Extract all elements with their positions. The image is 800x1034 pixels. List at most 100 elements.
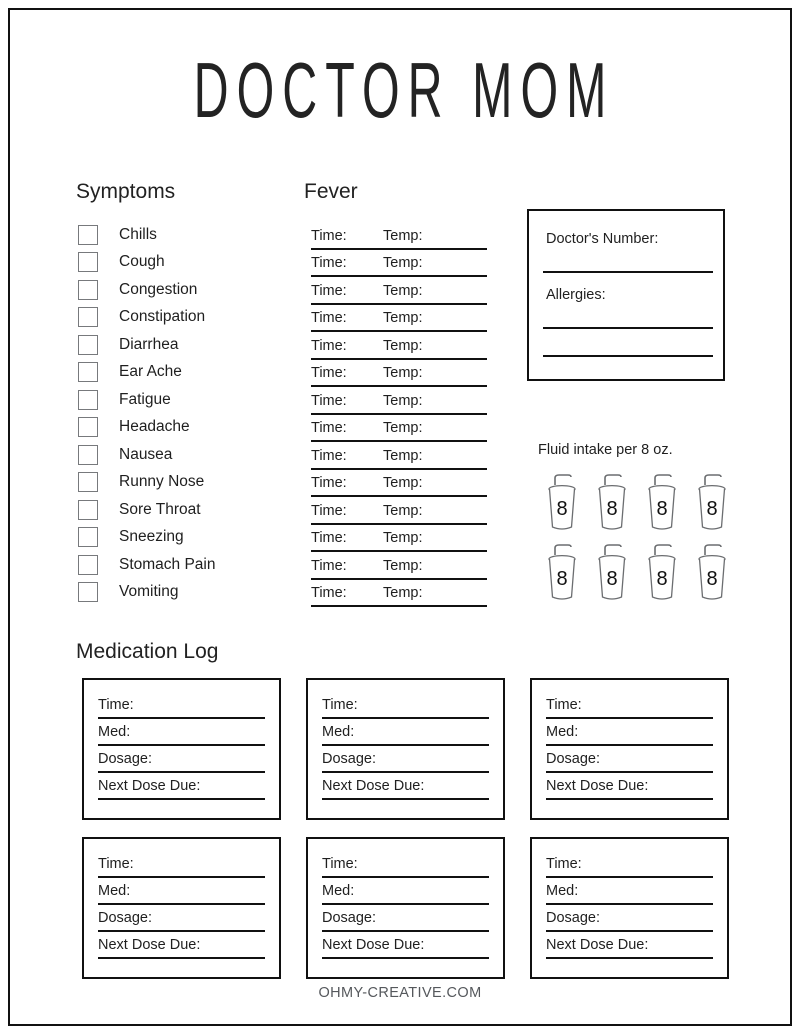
fluid-cup-icon[interactable]: 8: [688, 543, 738, 605]
medication-field[interactable]: Med:: [546, 719, 713, 746]
fluid-intake-cups-grid: 8 8 8 8 8 8 8 8: [538, 473, 738, 605]
medication-field[interactable]: Time:: [98, 692, 265, 719]
medication-field-label: Dosage:: [322, 751, 377, 767]
medication-field[interactable]: Time:: [98, 851, 265, 878]
medication-field[interactable]: Dosage:: [546, 905, 713, 932]
symptom-checkbox[interactable]: [78, 389, 98, 410]
fever-log-row[interactable]: Time: Temp:: [311, 222, 487, 250]
fever-log-row[interactable]: Time: Temp:: [311, 470, 487, 497]
fever-temp-label: Temp:: [383, 365, 423, 381]
fever-log-row[interactable]: Time: Temp:: [311, 580, 487, 607]
symptom-checkbox[interactable]: [78, 472, 98, 493]
fluid-cup-icon[interactable]: 8: [538, 543, 588, 605]
symptom-checkbox[interactable]: [78, 224, 98, 245]
medication-field[interactable]: Dosage:: [546, 746, 713, 773]
symptom-checkbox[interactable]: [78, 362, 98, 383]
medication-field[interactable]: Next Dose Due:: [98, 932, 265, 959]
symptom-row[interactable]: Vomiting: [78, 579, 293, 607]
symptom-row[interactable]: Cough: [78, 249, 293, 277]
symptom-row[interactable]: Sore Throat: [78, 496, 293, 524]
medication-field[interactable]: Next Dose Due:: [322, 932, 489, 959]
fever-time-label: Time:: [311, 227, 347, 244]
fever-log-row[interactable]: Time: Temp:: [311, 305, 487, 332]
fever-time-label: Time:: [311, 310, 347, 326]
fever-time-label: Time:: [311, 530, 347, 546]
medication-field[interactable]: Time:: [322, 851, 489, 878]
fever-time-label: Time:: [311, 420, 347, 436]
medication-field[interactable]: Time:: [546, 851, 713, 878]
fever-log-row[interactable]: Time: Temp:: [311, 497, 487, 525]
symptom-checkbox[interactable]: [78, 307, 98, 328]
symptom-row[interactable]: Runny Nose: [78, 469, 293, 497]
symptom-checkbox[interactable]: [78, 334, 98, 355]
medication-field-label: Next Dose Due:: [546, 937, 649, 953]
symptom-checkbox[interactable]: [78, 417, 98, 438]
symptom-checkbox[interactable]: [78, 252, 98, 273]
fever-time-label: Time:: [311, 392, 347, 409]
fever-time-label: Time:: [311, 502, 347, 519]
medication-field[interactable]: Time:: [322, 692, 489, 719]
fluid-cup-icon[interactable]: 8: [638, 543, 688, 605]
medication-field[interactable]: Time:: [546, 692, 713, 719]
svg-text:8: 8: [606, 568, 617, 590]
fever-log-row[interactable]: Time: Temp:: [311, 360, 487, 387]
symptom-row[interactable]: Nausea: [78, 441, 293, 469]
medication-field[interactable]: Dosage:: [322, 746, 489, 773]
medication-field[interactable]: Next Dose Due:: [546, 932, 713, 959]
medication-field[interactable]: Next Dose Due:: [546, 773, 713, 800]
symptom-checkbox[interactable]: [78, 554, 98, 575]
symptom-checkbox[interactable]: [78, 279, 98, 300]
fluid-cup-icon[interactable]: 8: [688, 473, 738, 535]
svg-text:8: 8: [656, 498, 667, 520]
medication-field-label: Time:: [98, 856, 134, 872]
symptom-row[interactable]: Diarrhea: [78, 331, 293, 359]
symptom-row[interactable]: Fatigue: [78, 386, 293, 414]
fever-log-row[interactable]: Time: Temp:: [311, 387, 487, 415]
symptom-checkbox[interactable]: [78, 582, 98, 603]
symptom-row[interactable]: Headache: [78, 414, 293, 442]
symptom-row[interactable]: Chills: [78, 221, 293, 249]
medication-field[interactable]: Med:: [98, 878, 265, 905]
symptom-checkbox[interactable]: [78, 499, 98, 520]
medication-log-heading: Medication Log: [76, 640, 219, 663]
fever-log-row[interactable]: Time: Temp:: [311, 525, 487, 552]
symptom-row[interactable]: Stomach Pain: [78, 551, 293, 579]
page-border-frame: DOCTOR MOM Symptoms Chills Cough Congestio…: [8, 8, 792, 1026]
medication-field[interactable]: Next Dose Due:: [98, 773, 265, 800]
medication-field[interactable]: Dosage:: [98, 905, 265, 932]
allergies-write-line-1[interactable]: [543, 327, 713, 329]
allergies-write-line-2[interactable]: [543, 355, 713, 357]
fever-log-row[interactable]: Time: Temp:: [311, 415, 487, 442]
fever-time-label: Time:: [311, 282, 347, 299]
fever-time-label: Time:: [311, 475, 347, 491]
symptom-label: Cough: [119, 253, 165, 271]
medication-field-label: Med:: [98, 724, 131, 740]
fever-log-row[interactable]: Time: Temp:: [311, 250, 487, 277]
medication-field-label: Time:: [98, 697, 134, 713]
fluid-cup-icon[interactable]: 8: [588, 543, 638, 605]
doctors-number-write-line[interactable]: [543, 271, 713, 273]
fever-temp-label: Temp:: [383, 255, 423, 271]
fever-log-row[interactable]: Time: Temp:: [311, 442, 487, 470]
svg-text:8: 8: [606, 498, 617, 520]
medication-field[interactable]: Next Dose Due:: [322, 773, 489, 800]
symptom-label: Congestion: [119, 280, 198, 298]
medication-field[interactable]: Med:: [322, 878, 489, 905]
symptom-row[interactable]: Sneezing: [78, 524, 293, 552]
symptom-checkbox[interactable]: [78, 444, 98, 465]
medication-field[interactable]: Dosage:: [98, 746, 265, 773]
symptom-checkbox[interactable]: [78, 527, 98, 548]
fever-log-row[interactable]: Time: Temp:: [311, 277, 487, 305]
symptom-row[interactable]: Constipation: [78, 304, 293, 332]
fluid-cup-icon[interactable]: 8: [588, 473, 638, 535]
fluid-cup-icon[interactable]: 8: [638, 473, 688, 535]
medication-field[interactable]: Med:: [98, 719, 265, 746]
fluid-cup-icon[interactable]: 8: [538, 473, 588, 535]
medication-field[interactable]: Med:: [322, 719, 489, 746]
medication-field[interactable]: Dosage:: [322, 905, 489, 932]
symptom-row[interactable]: Congestion: [78, 276, 293, 304]
fever-log-row[interactable]: Time: Temp:: [311, 332, 487, 360]
medication-field[interactable]: Med:: [546, 878, 713, 905]
symptom-row[interactable]: Ear Ache: [78, 359, 293, 387]
fever-log-row[interactable]: Time: Temp:: [311, 552, 487, 580]
